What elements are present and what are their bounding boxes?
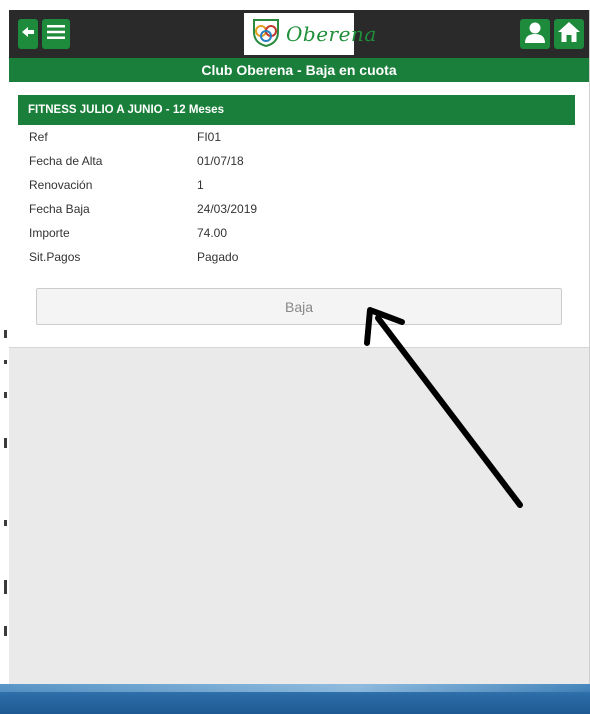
app-window: Oberena Club Oberena - Baja en cuota FIT… <box>9 10 590 684</box>
edge-tick <box>4 392 7 398</box>
detail-label: Ref <box>29 130 48 144</box>
detail-value: Pagado <box>197 250 239 264</box>
taskbar-glow <box>0 684 590 692</box>
top-navbar: Oberena <box>9 10 589 58</box>
detail-list: Ref FI01 Fecha de Alta 01/07/18 Renovaci… <box>9 125 589 269</box>
card-header: FITNESS JULIO A JUNIO - 12 Meses <box>18 95 575 125</box>
screen: Oberena Club Oberena - Baja en cuota FIT… <box>0 0 590 714</box>
detail-label: Fecha de Alta <box>29 154 103 168</box>
detail-row-sit-pagos: Sit.Pagos Pagado <box>9 245 589 269</box>
edge-tick <box>4 520 7 526</box>
subscription-card: FITNESS JULIO A JUNIO - 12 Meses Ref FI0… <box>9 82 589 348</box>
edge-tick <box>4 330 7 338</box>
home-button[interactable] <box>554 19 584 49</box>
club-crest-icon <box>250 16 282 53</box>
edge-tick <box>4 580 7 594</box>
detail-row-renovacion: Renovación 1 <box>9 173 589 197</box>
detail-value: 1 <box>197 178 204 192</box>
arrow-left-icon <box>21 25 35 44</box>
club-logo[interactable]: Oberena <box>244 13 376 55</box>
detail-value: 01/07/18 <box>197 154 244 168</box>
detail-label: Renovación <box>29 178 93 192</box>
detail-label: Sit.Pagos <box>29 250 81 264</box>
edge-tick <box>4 438 7 448</box>
detail-value: 74.00 <box>197 226 228 240</box>
menu-button[interactable] <box>42 19 70 49</box>
detail-value: 24/03/2019 <box>197 202 258 216</box>
os-taskbar <box>0 684 590 714</box>
window-left-edge <box>0 0 9 684</box>
back-button[interactable] <box>18 19 38 49</box>
detail-label: Importe <box>29 226 70 240</box>
detail-row-ref: Ref FI01 <box>9 125 589 149</box>
user-button[interactable] <box>520 19 550 49</box>
edge-tick <box>4 360 7 364</box>
detail-row-fecha-baja: Fecha Baja 24/03/2019 <box>9 197 589 221</box>
detail-label: Fecha Baja <box>29 202 90 216</box>
detail-row-importe: Importe 74.00 <box>9 221 589 245</box>
logo-text: Oberena <box>286 22 377 46</box>
empty-content-area <box>9 348 589 684</box>
baja-button[interactable]: Baja <box>36 288 562 325</box>
home-icon <box>558 21 580 48</box>
page-title: Club Oberena - Baja en cuota <box>9 58 589 82</box>
detail-value: FI01 <box>197 130 222 144</box>
detail-row-fecha-alta: Fecha de Alta 01/07/18 <box>9 149 589 173</box>
hamburger-menu-icon <box>47 24 65 45</box>
edge-tick <box>4 626 7 636</box>
user-icon <box>524 21 546 48</box>
